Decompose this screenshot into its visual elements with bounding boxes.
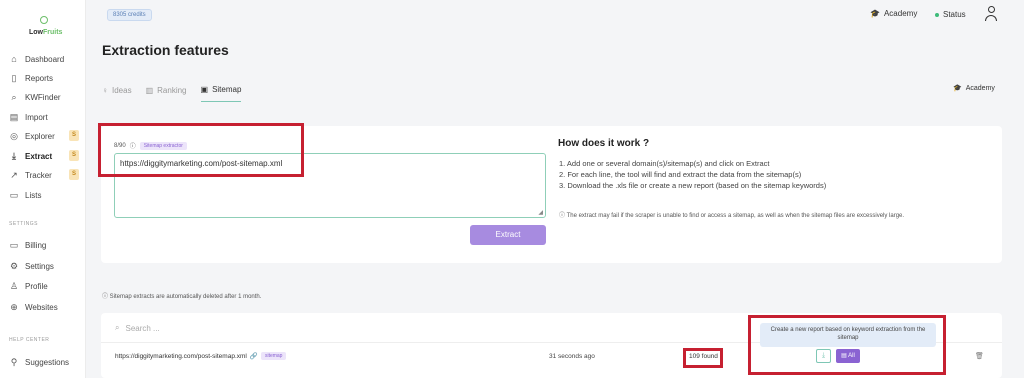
tab-sitemap[interactable]: ▣ Sitemap bbox=[200, 78, 242, 102]
row-timestamp: 31 seconds ago bbox=[549, 353, 595, 360]
credit-card-icon: ▭ bbox=[9, 239, 19, 250]
how-step: 2. For each line, the tool will find and… bbox=[559, 170, 802, 179]
link-icon[interactable]: 🔗 bbox=[250, 352, 258, 360]
sidebar-item-tracker[interactable]: ↗ Tracker S bbox=[9, 168, 79, 182]
extract-button[interactable]: Extract bbox=[470, 225, 546, 245]
sidebar: LowFruits ⌂ Dashboard ▯ Reports ⌕ KWFinder … bbox=[0, 0, 86, 378]
premium-badge: S bbox=[69, 169, 79, 180]
topbar: 8305 credits 🎓 Academy Status bbox=[87, 0, 1024, 30]
trend-icon: ↗ bbox=[10, 169, 18, 180]
sidebar-item-reports[interactable]: ▯ Reports bbox=[9, 71, 79, 85]
trash-icon[interactable]: 🗑 bbox=[975, 352, 984, 360]
feature-tabs: ♀ Ideas ▥ Ranking ▣ Sitemap bbox=[102, 78, 242, 102]
sidebar-item-profile[interactable]: ♙ Profile bbox=[9, 279, 79, 293]
graduation-cap-icon: 🎓 bbox=[953, 85, 962, 92]
highlight-box bbox=[98, 123, 304, 177]
sidebar-item-dashboard[interactable]: ⌂ Dashboard bbox=[9, 52, 79, 66]
graduation-cap-icon: 🎓 bbox=[870, 9, 880, 18]
status-link[interactable]: Status bbox=[935, 10, 966, 19]
info-icon: ⓘ bbox=[559, 213, 567, 219]
sitemap-tag: sitemap bbox=[260, 352, 287, 360]
highlight-box bbox=[748, 315, 946, 375]
logo[interactable]: LowFruits bbox=[29, 13, 62, 36]
premium-badge: S bbox=[69, 150, 79, 161]
academy-tab-link[interactable]: 🎓 Academy bbox=[953, 84, 995, 93]
sidebar-item-suggestions[interactable]: ⚲ Suggestions bbox=[9, 355, 79, 369]
sidebar-item-lists[interactable]: ▭ Lists bbox=[9, 188, 79, 202]
logo-icon bbox=[40, 16, 48, 24]
sidebar-item-settings[interactable]: ⚙ Settings bbox=[9, 259, 79, 273]
how-note: ⓘ The extract may fail if the scraper is… bbox=[559, 213, 905, 219]
lightbulb-icon: ⚲ bbox=[10, 356, 18, 367]
bookmark-icon: ▭ bbox=[9, 189, 19, 200]
clipboard-icon: ▯ bbox=[11, 72, 17, 83]
user-icon: ♙ bbox=[9, 280, 19, 291]
auto-delete-note: ⓘ Sitemap extracts are automatically del… bbox=[102, 294, 262, 300]
search-icon: ⌕ bbox=[115, 323, 120, 332]
gear-icon: ⚙ bbox=[9, 260, 19, 271]
search-bar[interactable]: ⌕ Search ... bbox=[115, 323, 160, 333]
download-icon: ⤓ bbox=[12, 150, 16, 161]
sidebar-item-kwfinder[interactable]: ⌕ KWFinder bbox=[9, 90, 79, 104]
how-steps: 1. Add one or several domain(s)/sitemap(… bbox=[559, 158, 826, 191]
tab-ranking[interactable]: ▥ Ranking bbox=[146, 78, 187, 102]
status-dot bbox=[935, 12, 939, 17]
how-title: How does it work ? bbox=[558, 138, 650, 149]
sidebar-item-extract[interactable]: ⤓ Extract S bbox=[9, 149, 79, 163]
sidebar-item-explorer[interactable]: ◎ Explorer S bbox=[9, 129, 79, 143]
help-section-label: HELP CENTER bbox=[9, 337, 50, 343]
tab-ideas[interactable]: ♀ Ideas bbox=[102, 78, 132, 102]
settings-section-label: SETTINGS bbox=[9, 221, 39, 227]
lightbulb-icon: ♀ bbox=[102, 85, 108, 95]
file-icon: ▤ bbox=[9, 111, 19, 122]
resize-handle-icon[interactable]: ◢ bbox=[538, 209, 543, 216]
sidebar-item-billing[interactable]: ▭ Billing bbox=[9, 238, 79, 252]
sitemap-icon: ▣ bbox=[200, 85, 209, 94]
academy-link[interactable]: 🎓 Academy bbox=[870, 9, 917, 18]
premium-badge: S bbox=[69, 130, 79, 141]
credits-badge[interactable]: 8305 credits bbox=[107, 9, 152, 21]
search-icon: ⌕ bbox=[11, 91, 17, 102]
compass-icon: ◎ bbox=[10, 130, 18, 141]
home-icon: ⌂ bbox=[11, 54, 17, 64]
info-icon: ⓘ bbox=[102, 294, 110, 300]
sidebar-item-import[interactable]: ▤ Import bbox=[9, 110, 79, 124]
how-step: 3. Download the .xls file or create a ne… bbox=[559, 181, 827, 190]
account-icon[interactable] bbox=[984, 6, 998, 23]
table-row-url: https://diggitymarketing.com/post-sitema… bbox=[115, 352, 287, 360]
globe-icon: ⊕ bbox=[10, 301, 18, 312]
how-step: 1. Add one or several domain(s)/sitemap(… bbox=[559, 159, 770, 168]
highlight-box bbox=[683, 348, 723, 368]
page-title: Extraction features bbox=[102, 42, 229, 58]
bar-chart-icon: ▥ bbox=[145, 85, 154, 95]
sidebar-item-websites[interactable]: ⊕ Websites bbox=[9, 300, 79, 314]
